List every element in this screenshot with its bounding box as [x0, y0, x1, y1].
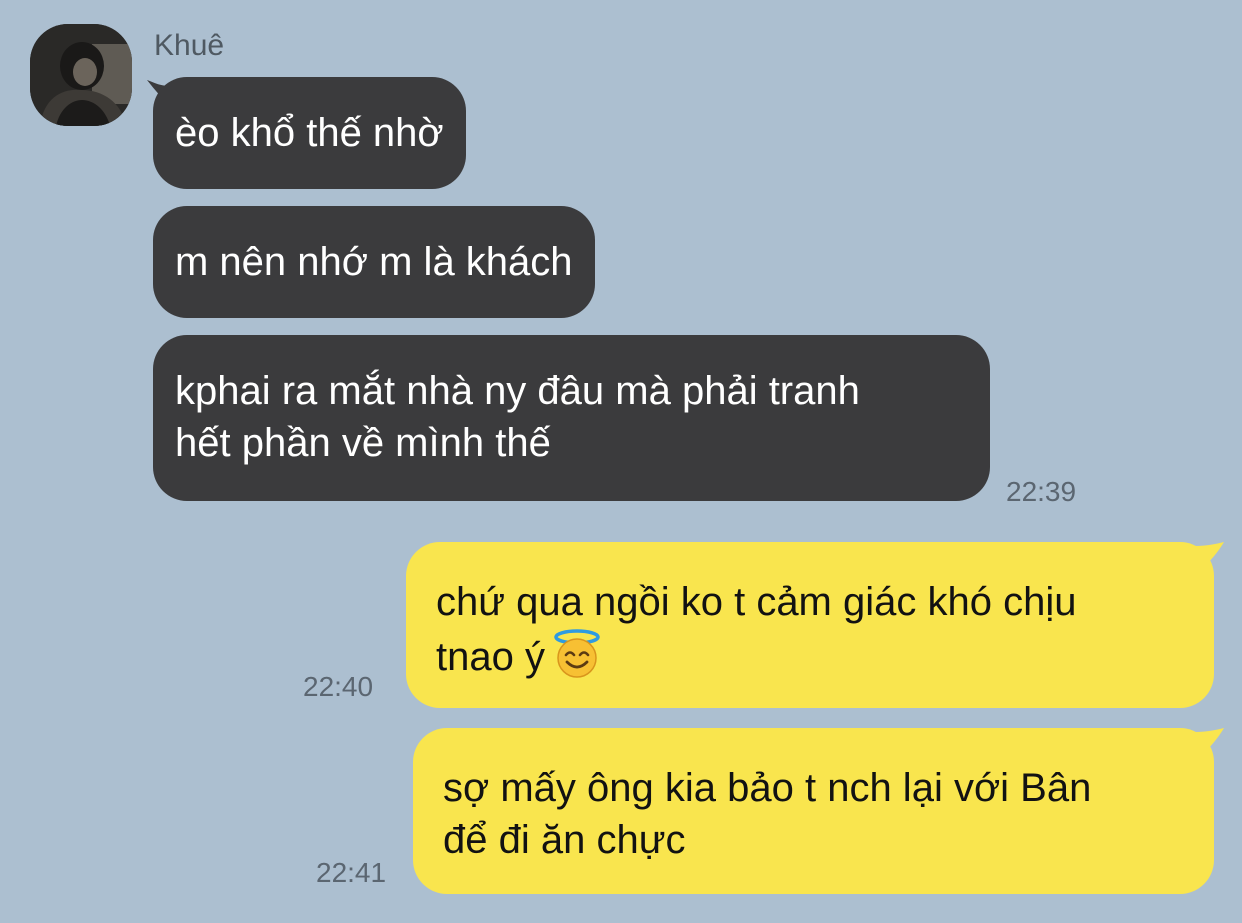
message-text: chứ qua ngồi ko t cảm giác khó chịu — [436, 580, 1077, 624]
smiling-face-with-halo-icon — [554, 629, 600, 678]
message-text: tnao ý — [436, 635, 545, 679]
message-text: sợ mấy ông kia bảo t nch lại với Bân — [443, 766, 1092, 810]
message-timestamp: 22:41 — [316, 857, 387, 888]
message-timestamp: 22:40 — [303, 671, 374, 702]
message-bubble[interactable]: èo khổ thế nhờ — [153, 77, 466, 189]
message-text-line: tnao ý — [436, 628, 1184, 683]
message-text: để đi ăn chực — [443, 818, 686, 862]
contact-avatar[interactable] — [30, 24, 132, 126]
bubble-tail — [1196, 728, 1224, 756]
message-bubble[interactable]: sợ mấy ông kia bảo t nch lại với Bân để … — [413, 728, 1214, 894]
message-text: kphai ra mắt nhà ny đâu mà phải tranh — [175, 369, 860, 413]
message-bubble[interactable]: m nên nhớ m là khách — [153, 206, 595, 318]
message-text: èo khổ thế nhờ — [175, 111, 444, 155]
sender-name: Khuê — [154, 29, 225, 62]
message-bubble[interactable]: kphai ra mắt nhà ny đâu mà phải tranh hế… — [153, 335, 990, 501]
message-text: m nên nhớ m là khách — [175, 240, 573, 284]
message-text: hết phần về mình thế — [175, 421, 551, 465]
bubble-tail — [1196, 542, 1224, 570]
message-bubble[interactable]: chứ qua ngồi ko t cảm giác khó chịu tnao… — [406, 542, 1214, 708]
message-timestamp: 22:39 — [1006, 476, 1077, 507]
avatar-image — [30, 24, 132, 126]
